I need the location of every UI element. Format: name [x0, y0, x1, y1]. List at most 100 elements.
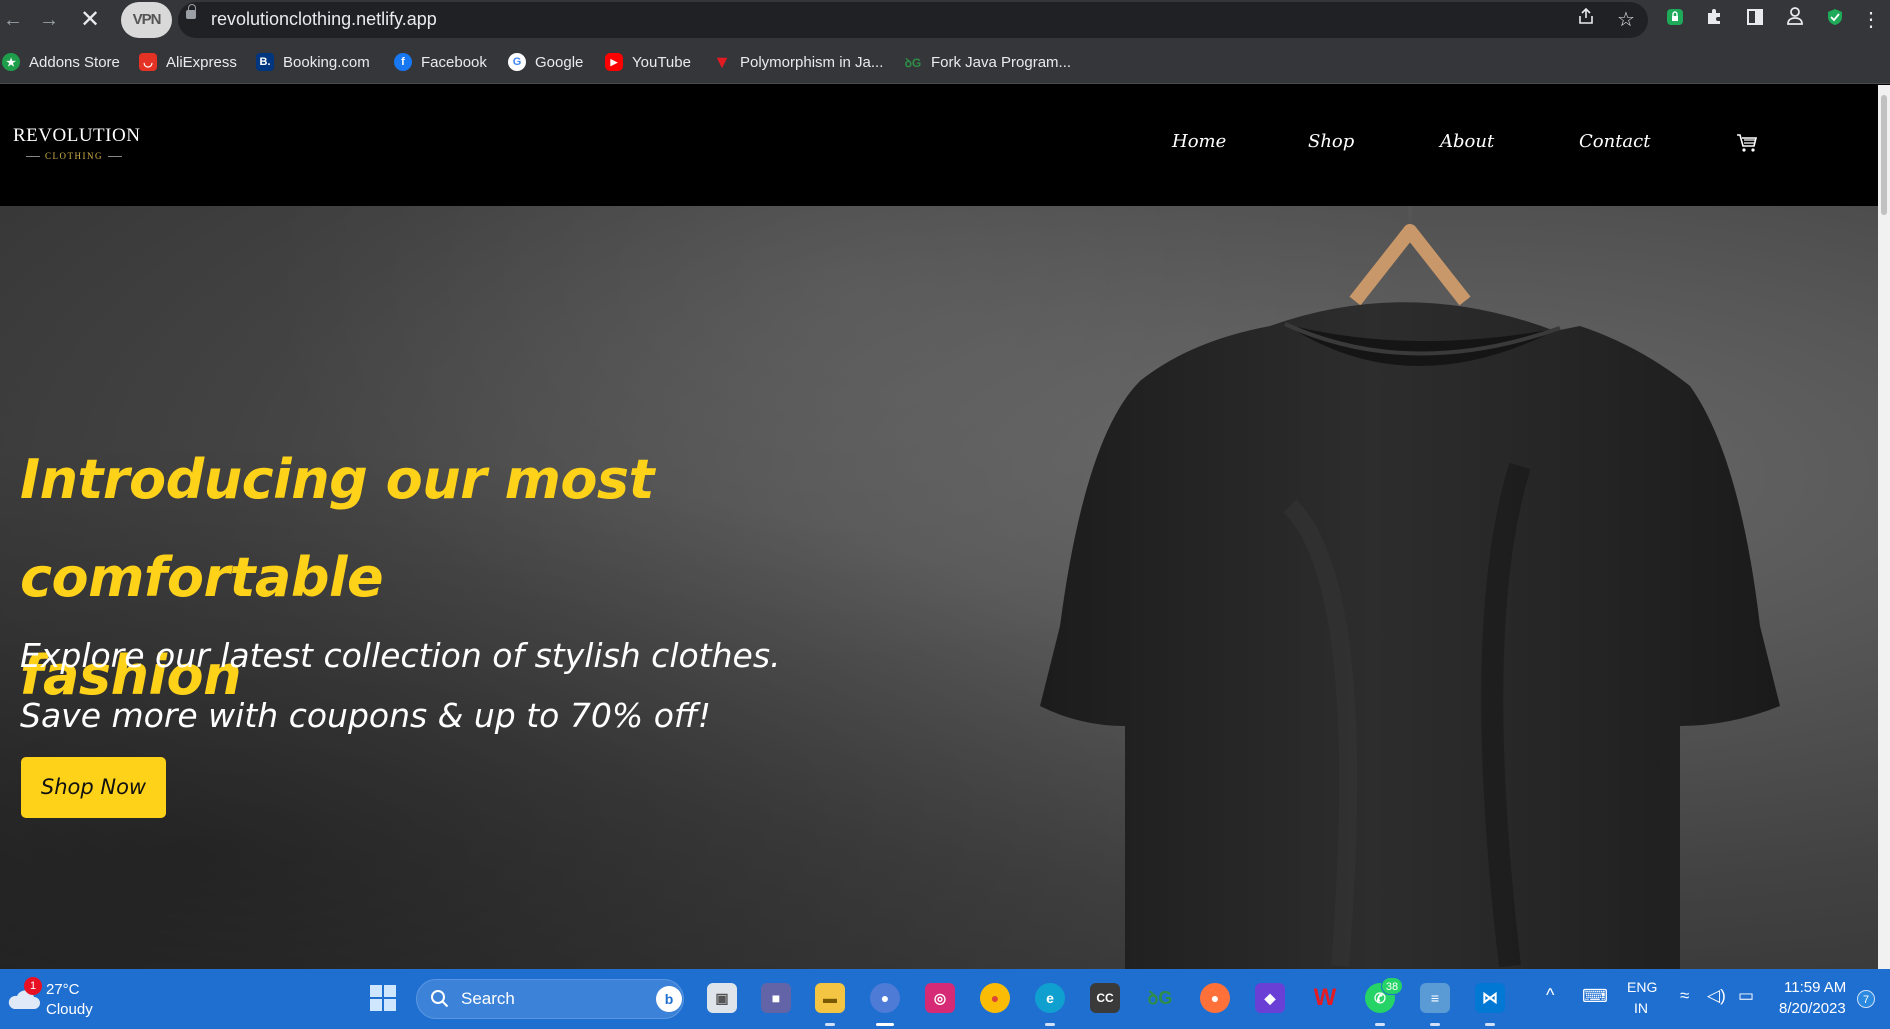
tshirt-image: [1040, 206, 1780, 969]
weather-widget[interactable]: 1 27°C Cloudy: [4, 977, 114, 1021]
bookmark-label: YouTube: [632, 53, 691, 71]
bookmarks-bar: ★ Addons Store ◡ AliExpress B. Booking.c…: [0, 40, 1890, 84]
bookmark-google[interactable]: G Google: [508, 51, 583, 73]
bookmark-label: Booking.com: [283, 53, 370, 71]
vpn-extension-icon[interactable]: [1661, 6, 1689, 34]
browser-menu-icon[interactable]: ⋮: [1857, 6, 1885, 34]
share-icon[interactable]: [1572, 6, 1600, 34]
hero-title-line1: Introducing our most comfortable: [20, 448, 654, 609]
nav-about[interactable]: About: [1440, 131, 1494, 152]
bookmark-label: Polymorphism in Ja...: [740, 53, 884, 71]
instagram-icon[interactable]: ◎: [925, 983, 955, 1013]
keyboard-icon[interactable]: ⌨: [1582, 986, 1608, 1007]
file-explorer-icon[interactable]: ▬: [815, 983, 845, 1013]
google-icon: G: [508, 53, 526, 71]
bookmark-aliexpress[interactable]: ◡ AliExpress: [139, 51, 237, 73]
page-scrollbar[interactable]: [1878, 85, 1890, 969]
aliexpress-icon: ◡: [139, 53, 157, 71]
taskbar: 1 27°C Cloudy Search b ▣ ■ ▬ ● ◎ ● e CC …: [0, 969, 1890, 1029]
browser-app-icon[interactable]: ●: [870, 983, 900, 1013]
bookmark-booking[interactable]: B. Booking.com: [256, 51, 370, 73]
weather-alert-badge: 1: [24, 977, 42, 995]
facebook-icon: f: [394, 53, 412, 71]
wifi-icon[interactable]: ≈: [1680, 986, 1689, 1006]
url-text[interactable]: revolutionclothing.netlify.app: [211, 9, 437, 30]
running-indicator: [1375, 1023, 1385, 1026]
running-indicator: [1045, 1023, 1055, 1026]
search-icon: [431, 990, 449, 1008]
vscode-icon[interactable]: ⋈: [1475, 983, 1505, 1013]
logo-rule-left: [26, 155, 40, 157]
battery-icon[interactable]: ▭: [1738, 986, 1754, 1006]
region-label[interactable]: IN: [1634, 1000, 1648, 1016]
star-bookmark-icon[interactable]: ☆: [1612, 6, 1640, 34]
site-header: REVOLUTION CLOTHING Home Shop About Cont…: [0, 85, 1878, 206]
running-indicator: [1485, 1023, 1495, 1026]
whatsapp-unread-badge: 38: [1381, 977, 1403, 995]
weather-temp: 27°C: [46, 981, 80, 998]
addons-store-icon: ★: [2, 53, 20, 71]
bookmark-fork-java[interactable]: ꝺG Fork Java Program...: [904, 51, 1071, 73]
bookmark-youtube[interactable]: ▶ YouTube: [605, 51, 691, 73]
forward-icon[interactable]: →: [36, 7, 62, 33]
geeksforgeeks-icon: ꝺG: [904, 55, 922, 70]
bookmark-addons-store[interactable]: ★ Addons Store: [2, 51, 120, 73]
shop-now-button[interactable]: Shop Now: [21, 757, 166, 818]
nav-home[interactable]: Home: [1172, 131, 1226, 152]
running-indicator: [825, 1023, 835, 1026]
bookmark-polymorphism[interactable]: ▼ Polymorphism in Ja...: [713, 51, 883, 73]
stop-loading-icon[interactable]: ✕: [77, 7, 103, 33]
nav-shop[interactable]: Shop: [1308, 131, 1354, 152]
notification-badge[interactable]: 7: [1857, 990, 1875, 1008]
active-indicator: [876, 1023, 894, 1026]
logo-subtitle-text: CLOTHING: [45, 151, 103, 161]
language-label[interactable]: ENG: [1627, 979, 1657, 995]
cart-icon[interactable]: [1736, 133, 1758, 153]
chevron-up-icon[interactable]: ^: [1546, 985, 1554, 1006]
polymorphism-icon: ▼: [713, 51, 731, 72]
weather-condition: Cloudy: [46, 1001, 93, 1018]
extensions-puzzle-icon[interactable]: [1701, 6, 1729, 34]
windows-start-icon[interactable]: [368, 983, 398, 1013]
taskbar-search[interactable]: [416, 979, 684, 1019]
scrollbar-thumb[interactable]: [1881, 95, 1887, 215]
screen: ← → ✕ VPN revolutionclothing.netlify.app…: [0, 0, 1890, 1029]
geeksforgeeks-app-icon[interactable]: ꝺG: [1145, 983, 1175, 1013]
capcut-icon[interactable]: CC: [1090, 983, 1120, 1013]
task-view-icon[interactable]: ▣: [707, 983, 737, 1013]
firefox-icon[interactable]: ●: [1200, 983, 1230, 1013]
clock-date[interactable]: 8/20/2023: [1779, 1000, 1846, 1017]
vpn-badge[interactable]: VPN: [121, 2, 172, 38]
volume-icon[interactable]: ◁): [1707, 986, 1726, 1006]
bing-icon[interactable]: b: [656, 986, 682, 1012]
running-indicator: [1430, 1023, 1440, 1026]
wps-office-icon[interactable]: W: [1310, 983, 1340, 1013]
side-panel-icon[interactable]: [1741, 6, 1769, 34]
web-page: REVOLUTION CLOTHING Home Shop About Cont…: [0, 85, 1878, 969]
browser-toolbar: ← → ✕ VPN revolutionclothing.netlify.app…: [0, 0, 1890, 40]
hero-banner: Introducing our most comfortable fashion…: [0, 206, 1878, 969]
bookmark-label: AliExpress: [166, 53, 237, 71]
shield-check-icon[interactable]: [1821, 6, 1849, 34]
teams-icon[interactable]: ■: [761, 983, 791, 1013]
search-label: Search: [461, 989, 515, 1008]
bookmark-label: Addons Store: [29, 53, 120, 71]
youtube-icon: ▶: [605, 53, 623, 71]
lock-icon[interactable]: [186, 4, 196, 19]
edge-icon[interactable]: e: [1035, 983, 1065, 1013]
back-icon[interactable]: ←: [0, 7, 26, 33]
nav-contact[interactable]: Contact: [1579, 131, 1650, 152]
booking-icon: B.: [256, 53, 274, 71]
chrome-icon[interactable]: ●: [980, 983, 1010, 1013]
bookmark-facebook[interactable]: f Facebook: [394, 51, 487, 73]
hero-subtitle: Explore our latest collection of stylish…: [20, 626, 940, 746]
hero-subtitle-line1: Explore our latest collection of stylish…: [20, 636, 781, 675]
hero-subtitle-line2: Save more with coupons & up to 70% off!: [20, 696, 711, 735]
profile-icon[interactable]: [1781, 6, 1809, 34]
bookmark-label: Google: [535, 53, 584, 71]
logo[interactable]: REVOLUTION: [13, 125, 140, 147]
clock-time[interactable]: 11:59 AM: [1784, 979, 1846, 996]
notepad-icon[interactable]: ≡: [1420, 983, 1450, 1013]
copilot-icon[interactable]: ◆: [1255, 983, 1285, 1013]
logo-rule-right: [108, 155, 122, 157]
